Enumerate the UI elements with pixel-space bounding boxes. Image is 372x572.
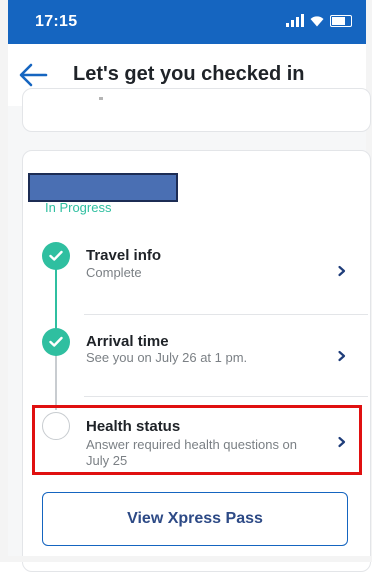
back-arrow-icon[interactable]: [18, 62, 48, 88]
battery-icon: [330, 14, 352, 27]
checkin-status-label: In Progress: [45, 200, 112, 215]
redacted-name-block: [28, 173, 178, 202]
wifi-icon: [310, 15, 324, 26]
step-divider: [84, 396, 368, 397]
check-circle-icon: [42, 328, 70, 356]
check-circle-icon: [42, 242, 70, 270]
cellular-signal-icon: [286, 14, 304, 27]
step-title-arrival-time: Arrival time: [86, 333, 169, 350]
step-divider: [84, 314, 368, 315]
clipped-text-mark: [99, 97, 103, 100]
screenshot-frame-bottom: [0, 556, 372, 562]
chevron-right-icon[interactable]: [337, 350, 347, 362]
health-status-highlight[interactable]: [32, 405, 362, 475]
previous-card: [22, 88, 371, 132]
step-subtitle-travel-info: Complete: [86, 265, 142, 280]
chevron-right-icon[interactable]: [337, 265, 347, 277]
status-bar: 17:15: [8, 0, 366, 44]
page-title: Let's get you checked in: [73, 63, 305, 85]
step-title-travel-info: Travel info: [86, 247, 162, 264]
view-xpress-pass-button[interactable]: View Xpress Pass: [42, 492, 348, 546]
status-icons: [286, 14, 352, 27]
screenshot-frame-left: [0, 0, 8, 562]
step-subtitle-arrival-time: See you on July 26 at 1 pm.: [86, 350, 248, 365]
status-time: 17:15: [35, 13, 78, 30]
